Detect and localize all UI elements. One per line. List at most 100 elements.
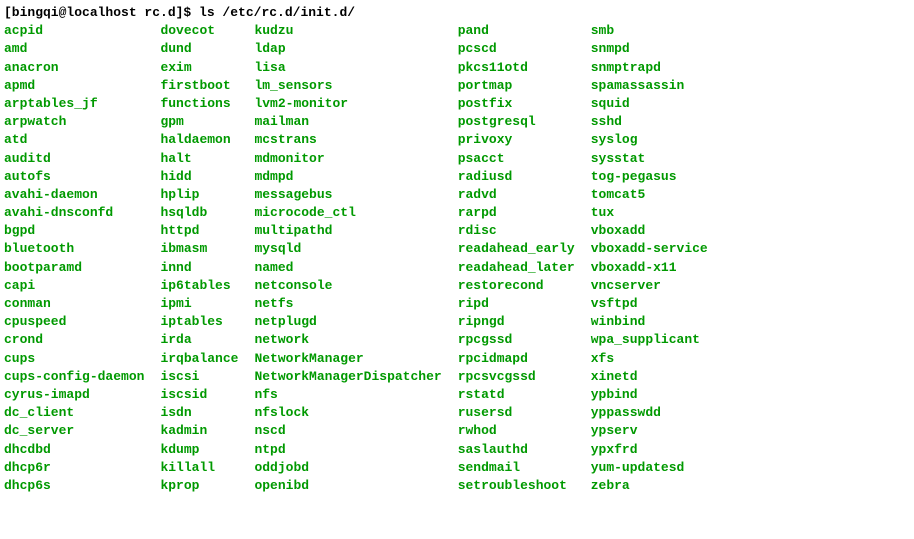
- file-entry: multipathd: [254, 222, 441, 240]
- file-entry: ip6tables: [160, 277, 238, 295]
- file-entry: kdump: [160, 441, 238, 459]
- file-entry: xinetd: [591, 368, 708, 386]
- file-entry: oddjobd: [254, 459, 441, 477]
- listing-column-0: acpidamdanacronapmdarptables_jfarpwatcha…: [4, 22, 144, 495]
- file-entry: apmd: [4, 77, 144, 95]
- file-entry: lvm2-monitor: [254, 95, 441, 113]
- file-entry: lisa: [254, 59, 441, 77]
- listing-column-3: pandpcscdpkcs11otdportmappostfixpostgres…: [458, 22, 575, 495]
- file-entry: ypbind: [591, 386, 708, 404]
- file-entry: arptables_jf: [4, 95, 144, 113]
- file-entry: pkcs11otd: [458, 59, 575, 77]
- file-entry: sysstat: [591, 150, 708, 168]
- file-entry: dhcp6r: [4, 459, 144, 477]
- file-entry: ripd: [458, 295, 575, 313]
- file-entry: httpd: [160, 222, 238, 240]
- file-entry: snmptrapd: [591, 59, 708, 77]
- file-entry: irqbalance: [160, 350, 238, 368]
- file-entry: netconsole: [254, 277, 441, 295]
- file-entry: saslauthd: [458, 441, 575, 459]
- file-entry: mdmonitor: [254, 150, 441, 168]
- file-entry: dovecot: [160, 22, 238, 40]
- file-entry: arpwatch: [4, 113, 144, 131]
- file-entry: vncserver: [591, 277, 708, 295]
- file-entry: mailman: [254, 113, 441, 131]
- file-entry: psacct: [458, 150, 575, 168]
- file-entry: avahi-dnsconfd: [4, 204, 144, 222]
- file-entry: ipmi: [160, 295, 238, 313]
- file-entry: rwhod: [458, 422, 575, 440]
- file-entry: cups: [4, 350, 144, 368]
- file-entry: snmpd: [591, 40, 708, 58]
- file-entry: vboxadd-x11: [591, 259, 708, 277]
- file-entry: radiusd: [458, 168, 575, 186]
- file-entry: cyrus-imapd: [4, 386, 144, 404]
- file-entry: acpid: [4, 22, 144, 40]
- file-entry: NetworkManagerDispatcher: [254, 368, 441, 386]
- file-entry: exim: [160, 59, 238, 77]
- file-entry: rpcgssd: [458, 331, 575, 349]
- file-entry: dhcp6s: [4, 477, 144, 495]
- file-entry: anacron: [4, 59, 144, 77]
- file-entry: innd: [160, 259, 238, 277]
- file-entry: winbind: [591, 313, 708, 331]
- file-entry: cpuspeed: [4, 313, 144, 331]
- file-entry: bluetooth: [4, 240, 144, 258]
- file-entry: rpcidmapd: [458, 350, 575, 368]
- file-entry: iptables: [160, 313, 238, 331]
- file-entry: sendmail: [458, 459, 575, 477]
- file-entry: dc_client: [4, 404, 144, 422]
- file-entry: ibmasm: [160, 240, 238, 258]
- file-entry: nfs: [254, 386, 441, 404]
- file-entry: firstboot: [160, 77, 238, 95]
- file-entry: syslog: [591, 131, 708, 149]
- file-entry: lm_sensors: [254, 77, 441, 95]
- file-entry: netfs: [254, 295, 441, 313]
- file-entry: ypserv: [591, 422, 708, 440]
- file-entry: tux: [591, 204, 708, 222]
- file-entry: nscd: [254, 422, 441, 440]
- file-entry: vboxadd: [591, 222, 708, 240]
- file-entry: rdisc: [458, 222, 575, 240]
- file-entry: vboxadd-service: [591, 240, 708, 258]
- file-entry: bootparamd: [4, 259, 144, 277]
- file-entry: isdn: [160, 404, 238, 422]
- file-entry: tomcat5: [591, 186, 708, 204]
- file-entry: portmap: [458, 77, 575, 95]
- file-entry: tog-pegasus: [591, 168, 708, 186]
- listing-column-2: kudzuldaplisalm_sensorslvm2-monitormailm…: [254, 22, 441, 495]
- file-entry: irda: [160, 331, 238, 349]
- file-entry: dc_server: [4, 422, 144, 440]
- file-entry: readahead_early: [458, 240, 575, 258]
- file-entry: mysqld: [254, 240, 441, 258]
- file-entry: pcscd: [458, 40, 575, 58]
- file-entry: gpm: [160, 113, 238, 131]
- listing-column-4: smbsnmpdsnmptrapdspamassassinsquidsshdsy…: [591, 22, 708, 495]
- file-entry: bgpd: [4, 222, 144, 240]
- file-entry: rarpd: [458, 204, 575, 222]
- file-entry: NetworkManager: [254, 350, 441, 368]
- file-entry: setroubleshoot: [458, 477, 575, 495]
- file-entry: yum-updatesd: [591, 459, 708, 477]
- file-entry: named: [254, 259, 441, 277]
- file-entry: crond: [4, 331, 144, 349]
- file-entry: hsqldb: [160, 204, 238, 222]
- file-entry: atd: [4, 131, 144, 149]
- terminal-prompt: [bingqi@localhost rc.d]$ ls /etc/rc.d/in…: [4, 4, 910, 22]
- file-entry: postfix: [458, 95, 575, 113]
- file-entry: rstatd: [458, 386, 575, 404]
- file-entry: zebra: [591, 477, 708, 495]
- file-entry: halt: [160, 150, 238, 168]
- file-entry: postgresql: [458, 113, 575, 131]
- file-entry: hidd: [160, 168, 238, 186]
- file-entry: network: [254, 331, 441, 349]
- file-entry: ntpd: [254, 441, 441, 459]
- file-entry: wpa_supplicant: [591, 331, 708, 349]
- file-entry: kprop: [160, 477, 238, 495]
- file-entry: sshd: [591, 113, 708, 131]
- file-entry: netplugd: [254, 313, 441, 331]
- file-entry: iscsid: [160, 386, 238, 404]
- file-entry: smb: [591, 22, 708, 40]
- file-entry: dhcdbd: [4, 441, 144, 459]
- file-entry: nfslock: [254, 404, 441, 422]
